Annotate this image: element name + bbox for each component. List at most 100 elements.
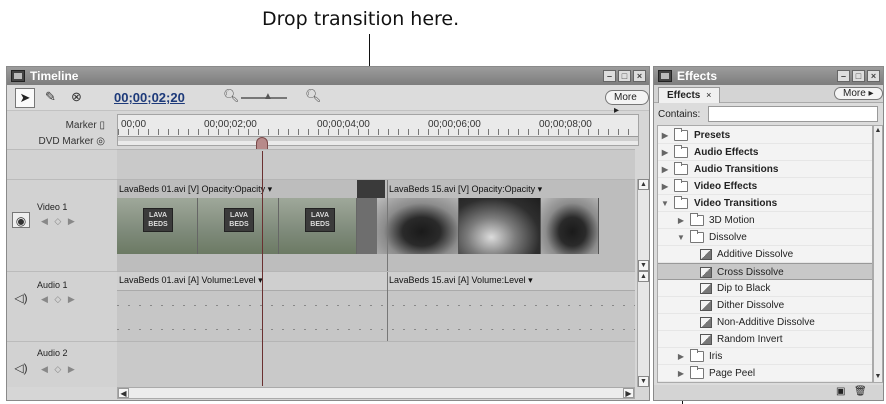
transition-effect-icon	[700, 300, 712, 311]
clip-boundary[interactable]	[387, 272, 388, 342]
track-name-audio2: Audio 2	[37, 348, 68, 358]
expand-triangle-icon[interactable]: ▶	[676, 365, 686, 382]
audio-track-scrollbar[interactable]: ▲ ▼	[637, 271, 649, 387]
sign-thumbnail-text: LAVA BEDS	[224, 208, 254, 232]
tree-item-random-invert[interactable]: Random Invert	[658, 331, 872, 348]
effects-title: Effects	[677, 69, 718, 83]
timecode-display[interactable]: 00;00;02;20	[114, 90, 185, 105]
transition-effect-icon	[700, 334, 712, 345]
expand-triangle-icon[interactable]: ▶	[660, 127, 670, 144]
tree-item-label: Video Effects	[694, 181, 758, 192]
track-name-audio1: Audio 1	[37, 280, 68, 290]
tree-item-iris[interactable]: ▶ Iris	[658, 348, 872, 365]
ruler-ticks	[118, 129, 638, 135]
expand-triangle-icon[interactable]: ▶	[660, 178, 670, 195]
keyframe-nav-audio2[interactable]: ◀ ◇ ▶	[41, 364, 77, 375]
scroll-up-icon[interactable]: ▲	[638, 271, 649, 282]
folder-icon	[690, 230, 704, 243]
effects-title-bar[interactable]: Effects – □ ×	[654, 67, 883, 85]
clip-cut-point[interactable]	[357, 198, 377, 254]
tree-item-label: Non-Additive Dissolve	[717, 317, 815, 328]
contains-search-input[interactable]	[708, 106, 878, 122]
collapse-triangle-icon[interactable]: ▼	[676, 229, 686, 246]
tree-item-cross-dissolve[interactable]: Cross Dissolve	[658, 263, 872, 280]
scroll-down-icon[interactable]: ▼	[638, 376, 649, 387]
selection-tool-icon[interactable]: ➤	[15, 88, 35, 108]
clip-label-audio-clip1[interactable]: LavaBeds 01.avi [A] Volume:Level ▾	[119, 275, 263, 286]
scroll-up-icon[interactable]: ▲	[638, 179, 649, 190]
timeline-horizontal-scrollbar[interactable]: ◀ ▶	[117, 387, 635, 399]
track-output-eye-icon[interactable]: ◉	[12, 212, 30, 228]
clip-label-video-clip1[interactable]: LavaBeds 01.avi [V] Opacity:Opacity ▾	[119, 184, 272, 195]
keyframe-nav-video1[interactable]: ◀ ◇ ▶	[41, 216, 77, 227]
tree-item-3d-motion[interactable]: ▶ 3D Motion	[658, 212, 872, 229]
tree-item-non-additive-dissolve[interactable]: Non-Additive Dissolve	[658, 314, 872, 331]
sign-thumbnail-text: LAVA BEDS	[143, 208, 173, 232]
scroll-left-icon[interactable]: ◀	[118, 388, 129, 398]
tree-item-audio-transitions[interactable]: ▶ Audio Transitions	[658, 161, 872, 178]
tree-item-dip-to-black[interactable]: Dip to Black	[658, 280, 872, 297]
time-ruler[interactable]: 00;00 00;00;02;00 00;00;04;00 00;00;06;0…	[117, 114, 639, 146]
timeline-window: Timeline – □ × ➤ ✎ ⊗ 00;00;02;20 🔍︎ ▲ 🔍︎…	[6, 66, 650, 401]
close-icon[interactable]: ×	[633, 70, 646, 82]
minimize-icon[interactable]: –	[837, 70, 850, 82]
timeline-title-bar[interactable]: Timeline – □ ×	[7, 67, 649, 85]
tree-item-presets[interactable]: ▶ Presets	[658, 127, 872, 144]
marker-icon[interactable]: ▯	[99, 120, 105, 131]
new-bin-icon[interactable]: ▣	[836, 386, 845, 397]
zoom-out-icon[interactable]: 🔍︎	[223, 88, 240, 104]
track-area-audio1: LavaBeds 01.avi [A] Volume:Level ▾ LavaB…	[117, 271, 635, 342]
timeline-more-button[interactable]: More ▸	[605, 90, 649, 116]
dvd-marker-icon[interactable]: ◎	[96, 136, 105, 147]
tree-item-audio-effects[interactable]: ▶ Audio Effects	[658, 144, 872, 161]
effects-icon	[658, 70, 672, 82]
transition-effect-icon	[700, 317, 712, 328]
effects-tree-scrollbar[interactable]: ▲ ▼	[873, 125, 883, 383]
audio-waveform[interactable]	[117, 290, 635, 342]
close-icon[interactable]: ×	[867, 70, 880, 82]
clip-label-video-clip2[interactable]: LavaBeds 15.avi [V] Opacity:Opacity ▾	[389, 184, 542, 195]
tab-effects[interactable]: Effects ×	[658, 87, 721, 103]
tree-item-dissolve[interactable]: ▼ Dissolve	[658, 229, 872, 246]
scroll-down-icon[interactable]: ▼	[638, 260, 649, 271]
snap-icon[interactable]: ✎	[45, 89, 56, 105]
maximize-icon[interactable]: □	[618, 70, 631, 82]
tree-item-video-transitions[interactable]: ▼ Video Transitions	[658, 195, 872, 212]
video-thumbnails[interactable]: LAVA BEDS LAVA BEDS LAVA BEDS	[117, 198, 599, 254]
waveform-line	[117, 329, 635, 330]
minimize-icon[interactable]: –	[603, 70, 616, 82]
clip-boundary[interactable]	[387, 180, 388, 272]
speaker-icon[interactable]: ◁)	[12, 290, 30, 306]
zoom-in-icon[interactable]: 🔍︎	[305, 88, 322, 104]
tree-item-video-effects[interactable]: ▶ Video Effects	[658, 178, 872, 195]
tree-item-label: Audio Transitions	[694, 164, 779, 175]
scroll-right-icon[interactable]: ▶	[623, 388, 634, 398]
transition-drop-zone[interactable]	[357, 180, 385, 198]
tree-item-label: Audio Effects	[694, 147, 759, 158]
collapse-triangle-icon[interactable]: ▼	[660, 195, 670, 212]
expand-triangle-icon[interactable]: ▶	[676, 348, 686, 365]
folder-icon	[690, 213, 704, 226]
expand-triangle-icon[interactable]: ▶	[660, 144, 670, 161]
scroll-up-icon[interactable]: ▲	[874, 126, 882, 136]
tree-item-additive-dissolve[interactable]: Additive Dissolve	[658, 246, 872, 263]
tree-item-dither-dissolve[interactable]: Dither Dissolve	[658, 297, 872, 314]
video-track-scrollbar[interactable]: ▲ ▼	[637, 179, 649, 271]
timeline-icon	[11, 70, 25, 82]
speaker-icon[interactable]: ◁)	[12, 360, 30, 376]
keyframe-nav-audio1[interactable]: ◀ ◇ ▶	[41, 294, 77, 305]
tab-close-icon[interactable]: ×	[706, 90, 711, 100]
tree-item-page-peel[interactable]: ▶ Page Peel	[658, 365, 872, 382]
dvd-marker-label-text: DVD Marker	[38, 136, 94, 147]
marker-label: Marker ▯	[7, 120, 105, 131]
clip-label-audio-clip2[interactable]: LavaBeds 15.avi [A] Volume:Level ▾	[389, 275, 533, 286]
maximize-icon[interactable]: □	[852, 70, 865, 82]
trash-icon[interactable]: 🗑︎	[854, 386, 867, 397]
scroll-down-icon[interactable]: ▼	[874, 372, 882, 382]
expand-triangle-icon[interactable]: ▶	[660, 161, 670, 178]
effects-more-button[interactable]: More ▸	[834, 87, 883, 100]
expand-triangle-icon[interactable]: ▶	[676, 212, 686, 229]
set-marker-icon[interactable]: ⊗	[71, 89, 82, 105]
zoom-slider-thumb[interactable]: ▲	[263, 91, 273, 102]
work-area-bar[interactable]	[118, 136, 638, 141]
